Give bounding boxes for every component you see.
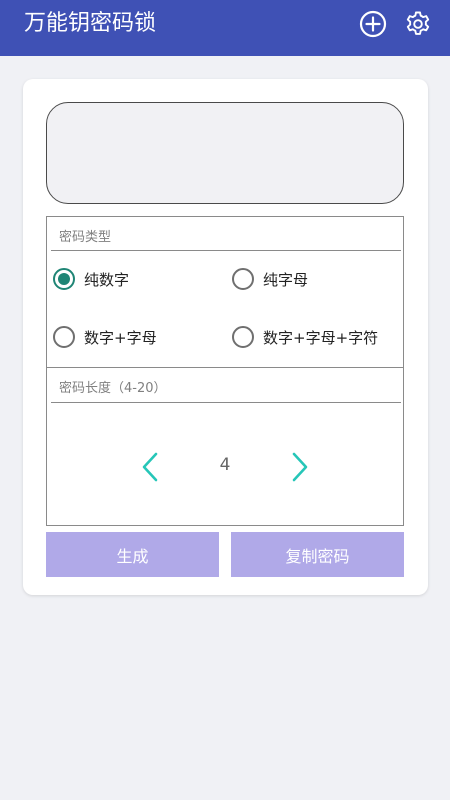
radio-checked-icon (53, 268, 75, 290)
radio-label: 纯数字 (84, 270, 130, 289)
radio-unchecked-icon (53, 326, 75, 348)
copy-password-button[interactable]: 复制密码 (231, 532, 404, 577)
gear-icon (406, 11, 430, 35)
length-divider (51, 402, 401, 403)
app-title: 万能钥密码锁 (24, 11, 157, 36)
radio-digits-only[interactable]: 纯数字 (53, 268, 129, 290)
settings-button[interactable] (403, 9, 433, 39)
section-divider (47, 367, 403, 368)
decrease-length-button[interactable] (139, 450, 163, 484)
add-button[interactable] (358, 9, 388, 39)
generate-button[interactable]: 生成 (46, 532, 219, 577)
add-circle-icon (359, 10, 387, 38)
radio-label: 数字+字母 (84, 328, 157, 347)
radio-label: 纯字母 (263, 270, 309, 289)
type-divider (51, 250, 401, 251)
radio-label: 数字+字母+字符 (263, 328, 379, 347)
options-box: 密码类型 纯数字 纯字母 数字+字母 数字+字母+字符 密码长度（4-20） 4 (46, 216, 404, 526)
increase-length-button[interactable] (287, 450, 311, 484)
app-bar: 万能钥密码锁 (0, 0, 450, 56)
radio-unchecked-icon (232, 326, 254, 348)
password-length-label: 密码长度（4-20） (59, 381, 167, 396)
radio-unchecked-icon (232, 268, 254, 290)
password-type-label: 密码类型 (59, 230, 112, 245)
chevron-right-icon (292, 452, 308, 482)
chevron-left-icon (142, 452, 158, 482)
radio-digits-letters-symbols[interactable]: 数字+字母+字符 (232, 326, 378, 348)
password-display[interactable] (46, 102, 404, 204)
radio-letters-only[interactable]: 纯字母 (232, 268, 308, 290)
generator-card: 密码类型 纯数字 纯字母 数字+字母 数字+字母+字符 密码长度（4-20） 4 (23, 79, 428, 595)
length-value: 4 (219, 455, 231, 475)
radio-digits-letters[interactable]: 数字+字母 (53, 326, 157, 348)
